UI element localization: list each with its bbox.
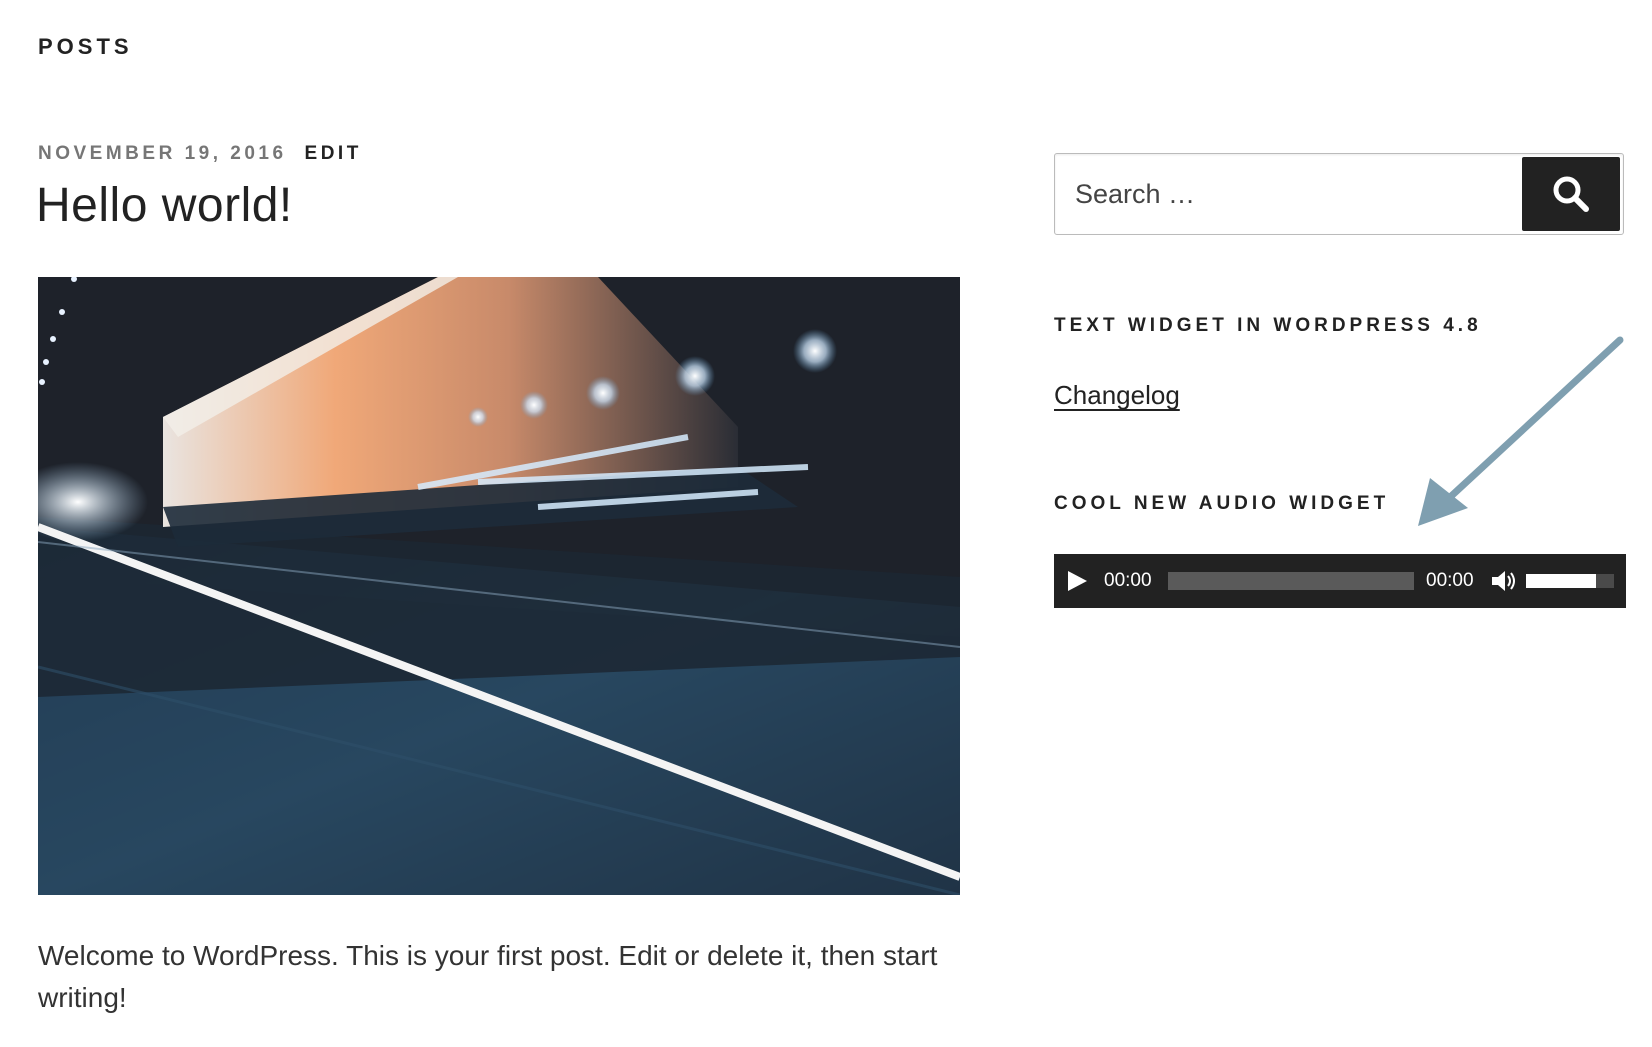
post-title[interactable]: Hello world! [36,178,293,233]
volume-slider[interactable] [1526,574,1614,588]
current-time: 00:00 [1104,570,1152,591]
progress-rail[interactable] [1168,572,1414,590]
search-icon [1553,176,1589,212]
post-meta: NOVEMBER 19, 2016 EDIT [38,143,362,165]
featured-image [38,277,960,895]
arrow-icon [1418,336,1624,526]
duration: 00:00 [1426,570,1474,591]
post-content: Welcome to WordPress. This is your first… [38,940,938,1013]
volume-level [1526,574,1597,588]
changelog-link[interactable]: Changelog [1054,380,1180,411]
post-date[interactable]: NOVEMBER 19, 2016 [38,143,287,164]
search-form [1054,153,1624,235]
speaker-icon[interactable] [1490,568,1518,594]
search-button[interactable] [1522,157,1620,231]
audio-player: 00:00 00:00 [1054,554,1626,608]
audio-widget-title: COOL NEW AUDIO WIDGET [1054,493,1390,514]
play-icon[interactable] [1064,568,1090,594]
edit-link[interactable]: EDIT [305,143,362,164]
section-title: POSTS [38,34,133,59]
search-input[interactable] [1055,154,1525,234]
